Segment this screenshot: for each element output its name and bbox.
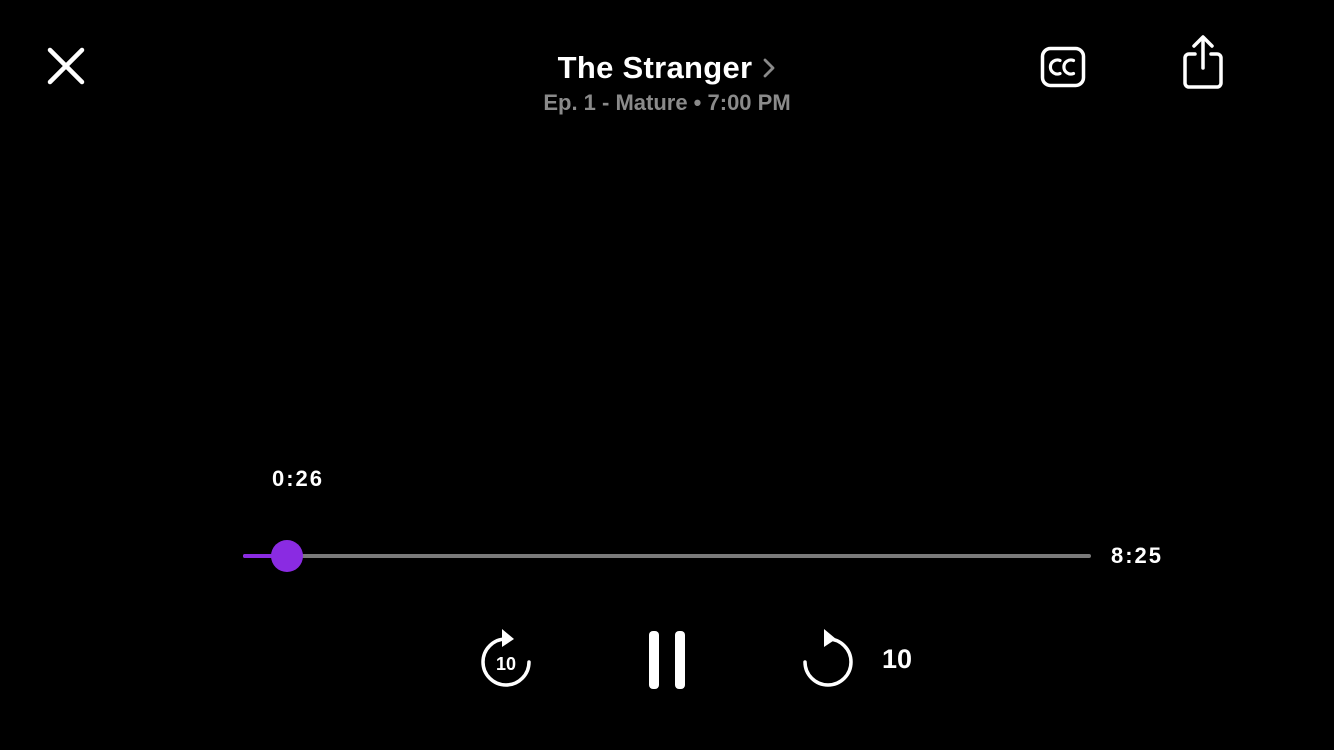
episode-subtitle: Ep. 1 - Mature • 7:00 PM — [543, 90, 791, 115]
rewind-10-button[interactable]: 10 — [474, 624, 538, 692]
seek-bar[interactable] — [243, 540, 1091, 572]
pause-icon — [649, 631, 685, 689]
current-time: 0:26 — [272, 466, 325, 491]
pause-button[interactable] — [640, 626, 694, 694]
show-title: The Stranger — [557, 50, 753, 85]
seek-bar-thumb[interactable] — [270, 540, 303, 572]
closed-captions-button[interactable] — [1036, 42, 1090, 92]
rewind-10-label: 10 — [496, 654, 516, 674]
closed-captions-icon — [1040, 46, 1086, 88]
forward-10-button[interactable] — [796, 626, 860, 692]
forward-10-label[interactable]: 10 — [882, 644, 912, 675]
close-icon — [47, 47, 85, 85]
close-button[interactable] — [42, 42, 90, 90]
rewind-10-icon: 10 — [481, 629, 531, 687]
show-title-link[interactable]: The Stranger — [558, 46, 777, 90]
title-block: The Stranger Ep. 1 - Mature • 7:00 PM — [417, 46, 917, 116]
forward-icon — [803, 629, 853, 687]
share-button[interactable] — [1176, 32, 1230, 92]
video-player-screen: The Stranger Ep. 1 - Mature • 7:00 PM 0:… — [0, 0, 1334, 750]
chevron-right-icon — [764, 58, 775, 78]
total-duration: 8:25 — [1111, 543, 1164, 568]
share-icon — [1183, 35, 1223, 89]
